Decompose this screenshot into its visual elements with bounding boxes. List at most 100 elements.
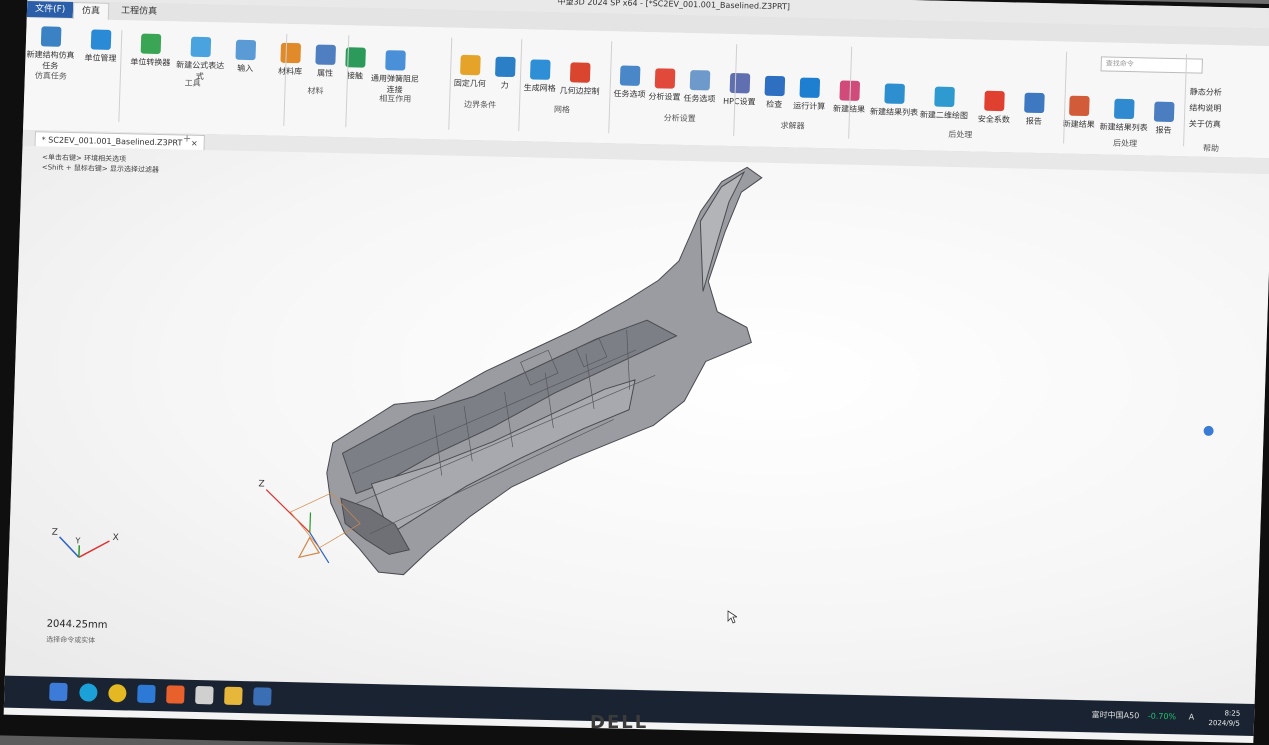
fixed-icon [460, 54, 481, 76]
edge-browser-icon[interactable] [79, 683, 98, 702]
check-icon [764, 75, 786, 97]
group-label-postprocess: 后处理 [948, 129, 973, 140]
tool-label: 输入 [237, 63, 254, 74]
vehicle-part-model[interactable] [323, 158, 763, 582]
monitor-brand-logo: DELL [590, 712, 649, 733]
group-label-solver: 求解器 [780, 121, 805, 131]
hpc-icon [729, 72, 751, 94]
group-label-boundary: 边界条件 [463, 99, 497, 110]
task-options2-icon [689, 70, 711, 91]
axis-label-x: X [112, 533, 119, 543]
window-title: 中望3D 2024 SP x64 - [*SC2EV_001.001_Basel… [557, 0, 791, 12]
group-label-postprocess-2: 后处理 [1112, 138, 1138, 149]
new-task-icon [40, 26, 62, 47]
tool-plot-2d-button[interactable]: 新建二维绘图 [919, 86, 970, 121]
tool-spring-button[interactable]: 通用弹簧阻尼连接 [369, 50, 420, 96]
tool-label: 检查 [766, 99, 783, 110]
group-label-analysis: 分析设置 [663, 113, 696, 124]
group-label-help: 帮助 [1202, 143, 1220, 154]
tool-label: 接触 [346, 71, 364, 81]
scale-readout: 2044.25mm [46, 618, 108, 631]
view-navigator-icon[interactable] [1203, 425, 1214, 436]
analysis-settings-icon [654, 68, 676, 89]
tool-result2-button[interactable]: 新建结果 [1054, 95, 1105, 130]
tool-edge-control-button[interactable]: 几何边控制 [554, 62, 605, 97]
tab-file[interactable]: 文件(F) [26, 0, 74, 19]
tool-label: 任务选项 [683, 93, 716, 104]
tool-label: 力 [500, 80, 509, 90]
tool-new-task-button[interactable]: 新建结构仿真任务 [25, 26, 76, 72]
monitor-screen: 中望3D 2024 SP x64 - [*SC2EV_001.001_Basel… [3, 0, 1269, 743]
tool-formula-button[interactable]: 新建公式表达式 [175, 36, 226, 82]
spring-icon [385, 50, 406, 71]
tool-input-button[interactable]: 输入 [220, 39, 271, 74]
group-label-sim-task: 仿真任务 [34, 71, 67, 81]
group-label-tools: 工具 [184, 78, 201, 88]
about-simulation-menu[interactable]: 关于仿真 [1189, 118, 1259, 131]
report-icon [1024, 92, 1045, 114]
document-tab-label: * SC2EV_001.001_Baselined.Z3PRT [41, 135, 183, 148]
unit-icon [90, 29, 112, 50]
edge-control-icon [569, 62, 591, 83]
app-icon[interactable] [137, 684, 156, 704]
input-icon [235, 39, 257, 61]
tool-unit-button[interactable]: 单位管理 [75, 29, 126, 64]
run-icon [799, 77, 821, 98]
tool-label: 新建结果 [1062, 119, 1095, 130]
close-icon[interactable]: × [191, 139, 198, 148]
force-icon [495, 56, 516, 78]
tool-label: 几何边控制 [559, 86, 600, 96]
formula-icon [190, 36, 212, 58]
app-icon[interactable] [166, 685, 185, 704]
system-tray: 富时中国A50 -0.70% A [1091, 709, 1194, 722]
tool-report-button[interactable]: 报告 [1009, 92, 1060, 127]
axis-triad-icon [59, 536, 110, 558]
clock-date: 2024/9/5 [1208, 718, 1241, 728]
tool-label: 安全系数 [977, 114, 1010, 125]
stock-ticker-name[interactable]: 富时中国A50 [1091, 710, 1139, 720]
system-clock[interactable]: 8:25 2024/9/5 [1208, 708, 1240, 729]
file-explorer-icon[interactable] [224, 686, 243, 706]
tool-report2-button[interactable]: 报告 [1138, 101, 1189, 136]
safety-icon [984, 90, 1005, 112]
tool-label: 新建结果列表 [869, 107, 919, 118]
mesh-icon [529, 59, 551, 80]
clock-time: 8:25 [1224, 709, 1241, 718]
tool-label: 通用弹簧阻尼连接 [370, 73, 420, 95]
tool-result-list-button[interactable]: 新建结果列表 [869, 83, 920, 118]
tab-simulation[interactable]: 仿真 [72, 2, 110, 20]
chrome-browser-icon[interactable] [108, 684, 127, 703]
windows-start-icon[interactable] [49, 682, 68, 702]
task-options-icon [619, 65, 641, 86]
photo-background: 中望3D 2024 SP x64 - [*SC2EV_001.001_Basel… [0, 0, 1269, 745]
static-analysis-menu[interactable]: 静态分析 [1190, 86, 1260, 99]
search-command-input[interactable]: 查找命令 [1100, 56, 1203, 74]
command-prompt: 选择命令或实体 [46, 635, 96, 645]
tool-label: 报告 [1155, 125, 1172, 135]
result2-icon [1069, 95, 1090, 117]
structure-help-menu[interactable]: 结构说明 [1189, 102, 1259, 115]
tool-label: 运行计算 [793, 101, 826, 112]
tab-engineering-simulation[interactable]: 工程仿真 [113, 3, 166, 20]
axis-label-z: Z [52, 528, 59, 538]
group-label-interaction: 相互作用 [379, 94, 412, 104]
tool-label: 材料库 [277, 66, 303, 77]
calculator-icon [140, 33, 162, 55]
zw3d-app-icon[interactable] [253, 687, 272, 706]
tool-label: 新建结构仿真任务 [26, 49, 75, 71]
group-label-mesh: 网格 [553, 104, 571, 115]
plot-2d-icon [934, 86, 955, 108]
tool-label: 新建二维绘图 [919, 110, 969, 121]
app-icon[interactable] [195, 685, 214, 705]
model-axis-label-z: Z [258, 479, 265, 489]
group-label-material: 材料 [307, 86, 324, 96]
tool-label: 单位转换器 [130, 57, 171, 68]
tool-label: 生成网格 [523, 83, 556, 93]
axis-label-y: Y [74, 536, 80, 545]
3d-viewport[interactable]: <单击右键> 环境相关选项 <Shift + 鼠标右键> 显示选择过滤器 Z X… [4, 145, 1269, 705]
report2-icon [1153, 101, 1175, 123]
add-tab-button[interactable]: + [183, 134, 192, 145]
ime-indicator[interactable]: A [1189, 713, 1195, 722]
tool-calculator-button[interactable]: 单位转换器 [125, 33, 176, 68]
model-canvas: Z X Y Z [52, 158, 1214, 582]
